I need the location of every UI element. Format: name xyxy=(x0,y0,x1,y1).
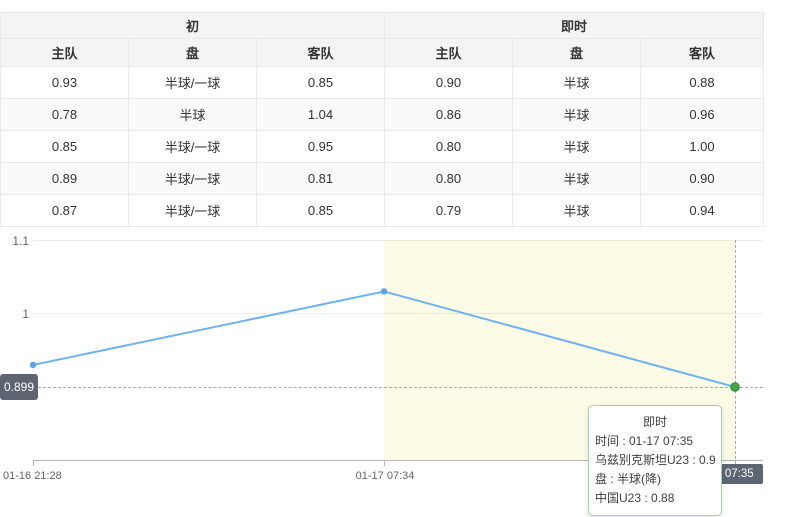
table-row: 0.93 半球/一球 0.85 0.90 半球 0.88 xyxy=(1,67,764,99)
crosshair-vertical-dashed-line xyxy=(735,240,736,464)
x-axis-tick xyxy=(33,461,34,466)
table-row: 0.85 半球/一球 0.95 0.80 半球 1.00 xyxy=(1,131,764,163)
handicap-initial: 半球/一球 xyxy=(129,67,257,99)
handicap-live: 半球 xyxy=(513,67,641,99)
gridline-1-1 xyxy=(33,240,763,241)
col-header-handicap-initial: 盘 xyxy=(129,39,257,67)
home-live-odds: 0.90 xyxy=(385,67,513,99)
away-live-odds: 1.00 xyxy=(641,131,764,163)
group-header-initial: 初 xyxy=(1,13,385,39)
col-header-handicap-live: 盘 xyxy=(513,39,641,67)
handicap-initial: 半球/一球 xyxy=(129,163,257,195)
away-initial-odds: 0.85 xyxy=(257,195,385,227)
table-group-header-row: 初 即时 xyxy=(1,13,764,39)
away-live-odds: 0.94 xyxy=(641,195,764,227)
col-header-home-initial: 主队 xyxy=(1,39,129,67)
data-point[interactable] xyxy=(30,362,36,368)
home-initial-odds: 0.87 xyxy=(1,195,129,227)
handicap-initial: 半球/一球 xyxy=(129,195,257,227)
away-live-odds: 0.96 xyxy=(641,99,764,131)
y-tick-label: 1.1 xyxy=(0,234,29,248)
tooltip-title: 即时 xyxy=(595,413,715,432)
home-initial-odds: 0.89 xyxy=(1,163,129,195)
y-tick-label: 1 xyxy=(0,307,29,321)
handicap-live: 半球 xyxy=(513,195,641,227)
handicap-initial: 半球/一球 xyxy=(129,131,257,163)
x-tick-label: 01-17 07:34 xyxy=(353,470,417,482)
tooltip-handicap-line: 盘 : 半球(降) xyxy=(595,470,715,489)
home-initial-odds: 0.93 xyxy=(1,67,129,99)
x-tick-label: 01-16 21:28 xyxy=(3,470,62,482)
away-initial-odds: 0.95 xyxy=(257,131,385,163)
away-initial-odds: 0.81 xyxy=(257,163,385,195)
group-header-live: 即时 xyxy=(385,13,764,39)
crosshair-horizontal-dashed-line xyxy=(38,387,763,388)
col-header-away-live: 客队 xyxy=(641,39,764,67)
away-live-odds: 0.88 xyxy=(641,67,764,99)
col-header-away-initial: 客队 xyxy=(257,39,385,67)
away-initial-odds: 0.85 xyxy=(257,67,385,99)
tooltip-home-odds-line: 乌兹别克斯坦U23 : 0.9 xyxy=(595,451,715,470)
odds-movement-chart[interactable]: 1.1 1 01-16 21:28 01-17 07:34 0.899 01-1… xyxy=(0,228,795,517)
col-header-home-live: 主队 xyxy=(385,39,513,67)
x-axis-tick xyxy=(384,461,385,466)
away-initial-odds: 1.04 xyxy=(257,99,385,131)
handicap-live: 半球 xyxy=(513,99,641,131)
home-live-odds: 0.79 xyxy=(385,195,513,227)
away-live-odds: 0.90 xyxy=(641,163,764,195)
table-row: 0.78 半球 1.04 0.86 半球 0.96 xyxy=(1,99,764,131)
handicap-initial: 半球 xyxy=(129,99,257,131)
handicap-live: 半球 xyxy=(513,131,641,163)
table-row: 0.89 半球/一球 0.81 0.80 半球 0.90 xyxy=(1,163,764,195)
home-initial-odds: 0.85 xyxy=(1,131,129,163)
chart-tooltip: 即时 时间 : 01-17 07:35 乌兹别克斯坦U23 : 0.9 盘 : … xyxy=(588,405,722,516)
tooltip-away-odds-line: 中国U23 : 0.88 xyxy=(595,489,715,508)
home-live-odds: 0.86 xyxy=(385,99,513,131)
tooltip-time-line: 时间 : 01-17 07:35 xyxy=(595,432,715,451)
y-axis-pointer-badge: 0.899 xyxy=(0,374,38,400)
home-live-odds: 0.80 xyxy=(385,131,513,163)
odds-page: { "table": { "groups": ["初", "即时"], "col… xyxy=(0,0,795,517)
table-column-header-row: 主队 盘 客队 主队 盘 客队 xyxy=(1,39,764,67)
gridline-1-0 xyxy=(33,313,763,314)
handicap-live: 半球 xyxy=(513,163,641,195)
table-row: 0.87 半球/一球 0.85 0.79 半球 0.94 xyxy=(1,195,764,227)
odds-table: 初 即时 主队 盘 客队 主队 盘 客队 0.93 半球/一球 0.85 0.9… xyxy=(0,12,764,227)
home-live-odds: 0.80 xyxy=(385,163,513,195)
home-initial-odds: 0.78 xyxy=(1,99,129,131)
